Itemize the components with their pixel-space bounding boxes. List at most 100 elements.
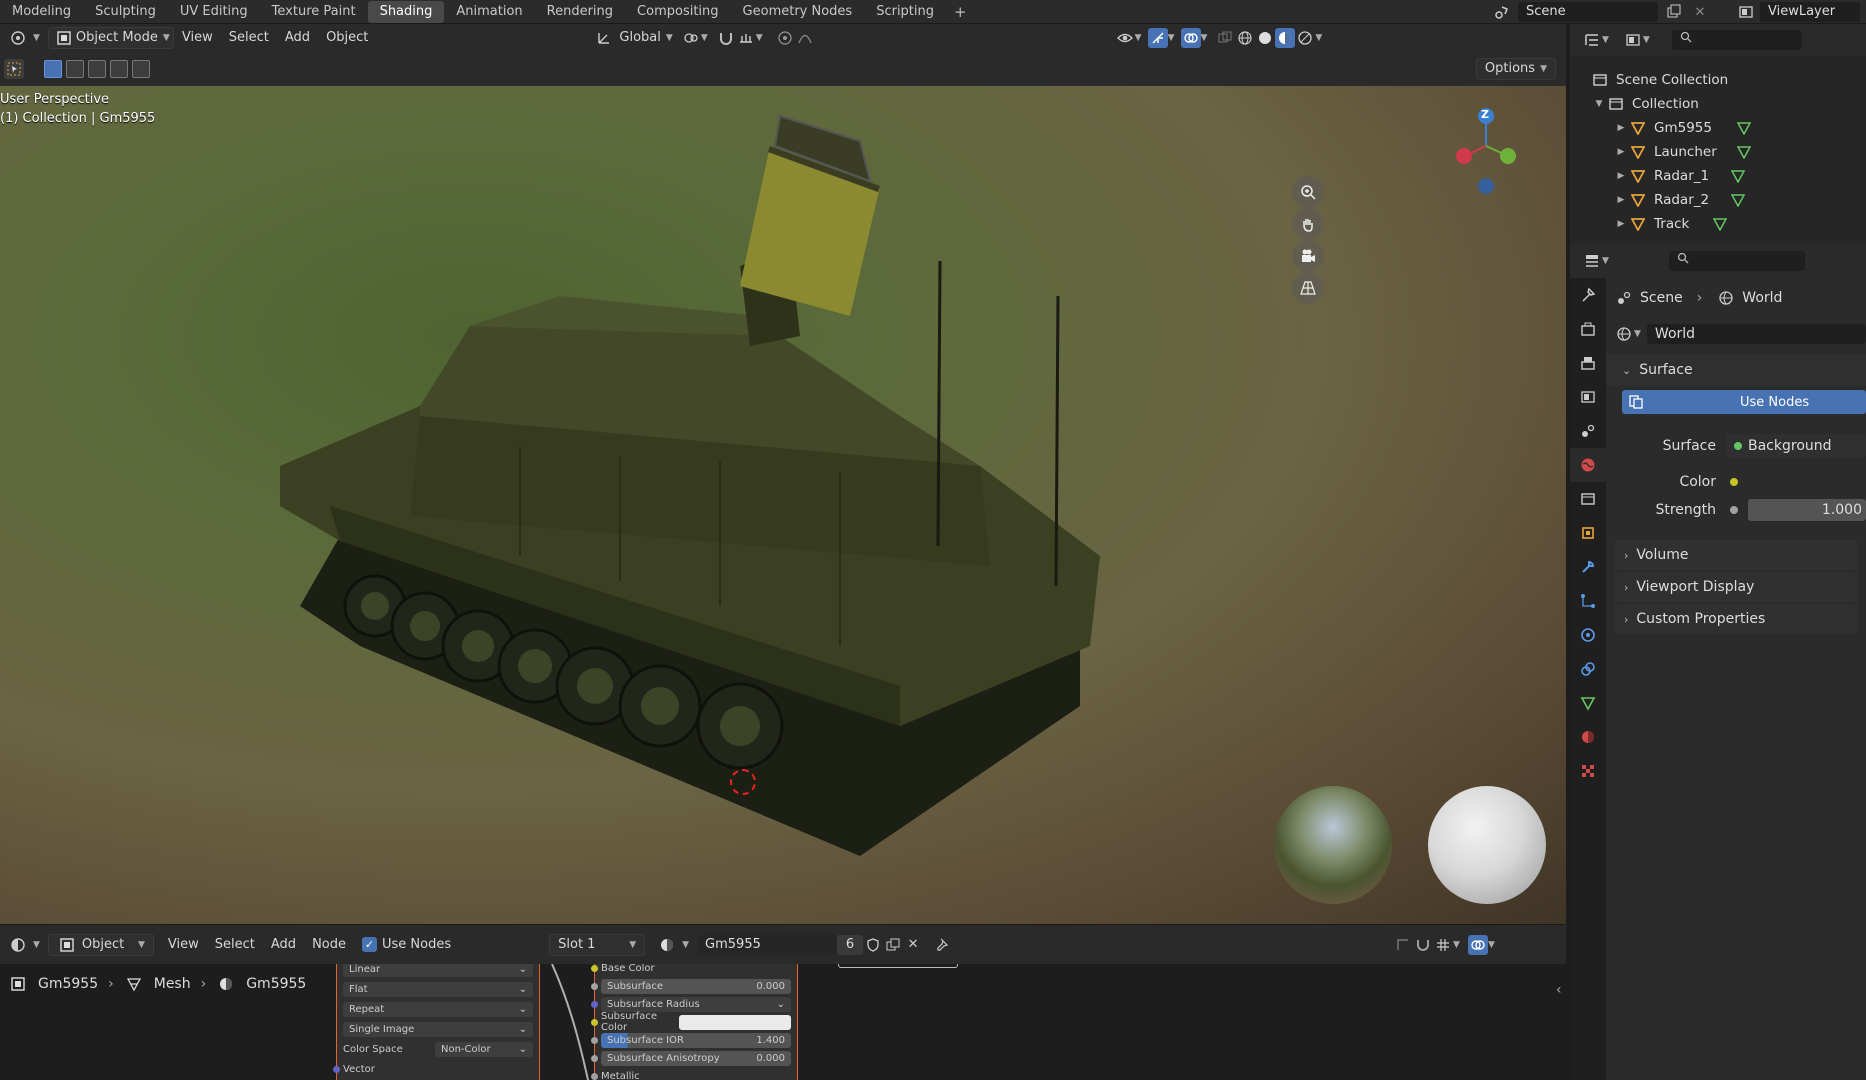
base-color-socket[interactable]: [591, 964, 598, 972]
menu-select[interactable]: Select: [207, 934, 263, 956]
disclosure-closed-icon[interactable]: ▶: [1614, 195, 1628, 205]
outliner-item-launcher[interactable]: ▶ Launcher: [1570, 140, 1866, 164]
visibility-eye-icon[interactable]: [1115, 28, 1135, 48]
select-mode-new-icon[interactable]: [44, 60, 62, 78]
tab-sculpting[interactable]: Sculpting: [83, 1, 168, 23]
tool-tab-icon[interactable]: [1570, 278, 1606, 312]
add-workspace-button[interactable]: +: [946, 3, 975, 21]
scene-collection-row[interactable]: Scene Collection: [1570, 68, 1866, 92]
subsurface-radius-socket[interactable]: [591, 1000, 598, 1008]
material-preview-shading-icon[interactable]: [1275, 28, 1296, 48]
menu-node[interactable]: Node: [304, 934, 354, 956]
snap-magnet-icon[interactable]: [716, 28, 736, 48]
view-layer-name-field[interactable]: ViewLayer: [1760, 2, 1860, 22]
properties-editor-icon[interactable]: [1582, 251, 1602, 271]
scene-tab-icon[interactable]: [1570, 414, 1606, 448]
mesh-data-icon[interactable]: [1728, 166, 1748, 186]
select-mode-extend-icon[interactable]: [66, 60, 84, 78]
chevron-down-icon[interactable]: ▼: [1488, 940, 1495, 950]
node-editor-canvas[interactable]: Gm5955 › Mesh › Gm5955 Linear ⌄ Flat ⌄ Rep…: [0, 964, 1566, 1080]
unlink-material-icon[interactable]: ✕: [903, 935, 923, 955]
perspective-grid-icon[interactable]: [1292, 272, 1324, 304]
orientation-dropdown[interactable]: Global ▼: [586, 27, 680, 49]
tab-compositing[interactable]: Compositing: [625, 1, 731, 23]
subsurface-color-swatch[interactable]: [679, 1014, 791, 1030]
vector-socket[interactable]: [333, 1065, 340, 1073]
select-mode-subtract-icon[interactable]: [88, 60, 106, 78]
chevron-down-icon[interactable]: ▼: [1135, 33, 1142, 43]
interpolation-row[interactable]: Linear ⌄: [337, 964, 539, 979]
select-mode-intersect-icon[interactable]: [132, 60, 150, 78]
metallic-socket[interactable]: [591, 1072, 598, 1080]
duplicate-material-icon[interactable]: [883, 935, 903, 955]
color-swatch[interactable]: [1748, 471, 1866, 493]
constraints-tab-icon[interactable]: [1570, 652, 1606, 686]
strength-field[interactable]: 1.000: [1748, 499, 1866, 521]
material-users-count[interactable]: 6: [837, 934, 864, 955]
disclosure-closed-icon[interactable]: ▶: [1614, 123, 1628, 133]
custom-properties-panel-header[interactable]: › Custom Properties: [1614, 604, 1858, 634]
strength-socket-dot[interactable]: [1730, 506, 1738, 514]
pan-hand-icon[interactable]: [1292, 208, 1324, 240]
select-tool-icon[interactable]: [4, 59, 24, 79]
tab-modeling[interactable]: Modeling: [0, 1, 83, 23]
chevron-down-icon[interactable]: ▼: [1602, 256, 1609, 266]
disclosure-closed-icon[interactable]: ▶: [1614, 219, 1628, 229]
chevron-left-icon[interactable]: ‹: [1556, 982, 1562, 998]
subsurface-ior-row[interactable]: Subsurface IOR 1.400: [591, 1031, 797, 1049]
options-dropdown[interactable]: Options ▼: [1475, 58, 1556, 80]
solid-shading-icon[interactable]: [1255, 28, 1275, 48]
select-mode-invert-icon[interactable]: [110, 60, 128, 78]
chevron-down-icon[interactable]: ▼: [1168, 33, 1175, 43]
world-selector[interactable]: ▼ World: [1606, 318, 1866, 350]
material-tab-icon[interactable]: [1570, 720, 1606, 754]
world-name-field[interactable]: World: [1646, 324, 1866, 344]
tab-rendering[interactable]: Rendering: [535, 1, 625, 23]
scene-icon[interactable]: [1492, 2, 1512, 22]
material-name-field[interactable]: Gm5955: [697, 934, 838, 955]
extension-row[interactable]: Repeat ⌄: [337, 999, 539, 1019]
proportional-editing-icon[interactable]: [775, 28, 795, 48]
subsurface-color-row[interactable]: Subsurface Color: [591, 1011, 797, 1033]
view-layer-tab-icon[interactable]: [1570, 380, 1606, 414]
mesh-data-icon[interactable]: [1734, 142, 1754, 162]
chevron-down-icon[interactable]: ▼: [1602, 35, 1609, 45]
chevron-down-icon[interactable]: ▼: [756, 33, 763, 43]
pin-icon[interactable]: [933, 935, 953, 955]
tab-uv-editing[interactable]: UV Editing: [168, 1, 260, 23]
parent-node-tree-icon[interactable]: [1393, 935, 1413, 955]
viewport-display-panel-header[interactable]: › Viewport Display: [1614, 572, 1858, 602]
node-editor-type-button[interactable]: ▼: [0, 934, 48, 956]
tab-texture-paint[interactable]: Texture Paint: [260, 1, 368, 23]
material-browse-button[interactable]: ▼: [649, 934, 697, 956]
snap-grid-icon[interactable]: [1433, 935, 1453, 955]
particles-tab-icon[interactable]: [1570, 584, 1606, 618]
close-icon[interactable]: ✕: [1690, 2, 1710, 22]
principled-bsdf-node[interactable]: Base Color Subsurface 0.000 Subsurface Ra…: [591, 964, 798, 1080]
surface-panel-header[interactable]: ⌄ Surface: [1606, 354, 1866, 386]
world-tab-icon[interactable]: [1570, 448, 1606, 482]
xray-icon[interactable]: [1215, 28, 1235, 48]
subsurface-row[interactable]: Subsurface 0.000: [591, 977, 797, 995]
navigation-gizmo[interactable]: Z: [1446, 106, 1526, 196]
outliner-item-gm5955[interactable]: ▶ Gm5955: [1570, 116, 1866, 140]
texture-tab-icon[interactable]: [1570, 754, 1606, 788]
subsurface-anisotropy-socket[interactable]: [591, 1054, 598, 1062]
node-overlays-icon[interactable]: [1467, 934, 1488, 955]
object-tab-icon[interactable]: [1570, 516, 1606, 550]
outliner-item-radar-1[interactable]: ▶ Radar_1: [1570, 164, 1866, 188]
outliner-item-radar-2[interactable]: ▶ Radar_2: [1570, 188, 1866, 212]
tab-animation[interactable]: Animation: [444, 1, 534, 23]
fake-user-shield-icon[interactable]: [863, 935, 883, 955]
gizmo-toggle-icon[interactable]: [1147, 28, 1168, 48]
menu-add[interactable]: Add: [277, 27, 318, 49]
3d-viewport[interactable]: User Perspective (1) Collection | Gm5955…: [0, 86, 1566, 924]
physics-tab-icon[interactable]: [1570, 618, 1606, 652]
mode-dropdown[interactable]: Object Mode ▼: [47, 27, 174, 49]
subsurface-socket[interactable]: [591, 982, 598, 990]
menu-object[interactable]: Object: [318, 27, 376, 49]
use-nodes-button[interactable]: Use Nodes: [1622, 390, 1866, 414]
mesh-data-icon[interactable]: [1728, 190, 1748, 210]
chevron-down-icon[interactable]: ▼: [1453, 940, 1460, 950]
scene-name-field[interactable]: Scene: [1518, 2, 1658, 22]
